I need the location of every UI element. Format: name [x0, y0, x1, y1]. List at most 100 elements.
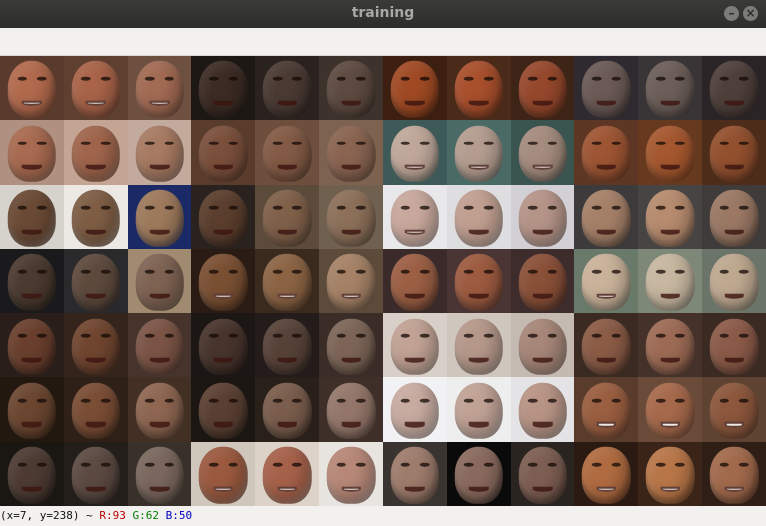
face-tile	[574, 441, 639, 506]
face-image	[645, 125, 695, 182]
title-bar[interactable]: training – ×	[0, 0, 766, 28]
mouth	[341, 229, 361, 235]
right-eye	[355, 398, 366, 403]
left-eye	[17, 141, 28, 146]
face-tile	[191, 120, 256, 185]
mouth	[277, 293, 297, 299]
face-image	[582, 446, 631, 504]
right-eye	[100, 141, 111, 146]
mouth	[405, 165, 425, 171]
mouth	[213, 165, 234, 171]
face-tile	[0, 377, 64, 442]
right-eye	[547, 141, 558, 146]
face-tile	[702, 120, 766, 185]
face-image	[326, 125, 376, 182]
right-eye	[228, 76, 238, 81]
right-eye	[355, 205, 366, 210]
mouth	[213, 357, 234, 363]
right-eye	[675, 269, 685, 274]
left-eye	[272, 141, 283, 146]
face-tile	[702, 248, 766, 314]
minimize-button[interactable]: –	[724, 6, 739, 21]
mouth	[213, 293, 234, 299]
mouth	[532, 357, 553, 363]
face-image	[645, 253, 695, 311]
face-image	[262, 318, 312, 375]
face-tile	[255, 377, 320, 442]
mouth	[277, 229, 297, 235]
face-tile	[255, 120, 320, 185]
image-canvas[interactable]	[0, 56, 766, 506]
face-image	[518, 61, 567, 118]
left-eye	[208, 269, 219, 274]
face-image	[7, 61, 57, 118]
face-tile	[574, 56, 639, 121]
close-button[interactable]: ×	[743, 6, 758, 21]
mouth	[660, 229, 680, 235]
face-tile	[702, 313, 766, 378]
face-image	[326, 446, 376, 504]
face-tile	[319, 313, 383, 378]
left-eye	[655, 398, 666, 403]
mouth	[405, 100, 425, 106]
cursor-coordinates: (x=7, y=238) ~	[0, 509, 93, 522]
left-eye	[336, 398, 347, 403]
mouth	[405, 357, 425, 363]
face-tile	[510, 248, 575, 314]
left-eye	[208, 76, 219, 81]
mouth	[660, 293, 680, 299]
face-tile	[127, 184, 192, 249]
face-tile	[0, 184, 64, 249]
left-eye	[464, 269, 474, 274]
face-image	[199, 318, 248, 375]
face-tile	[255, 313, 320, 378]
right-eye	[675, 462, 685, 467]
face-image	[199, 253, 248, 311]
face-image	[135, 253, 184, 311]
left-eye	[655, 462, 666, 467]
mouth	[213, 422, 234, 428]
left-eye	[655, 334, 666, 339]
face-image	[71, 125, 120, 182]
face-tile	[255, 248, 320, 314]
mouth	[341, 100, 361, 106]
left-eye	[591, 205, 602, 210]
right-eye	[611, 334, 621, 339]
face-tile	[319, 377, 383, 442]
left-eye	[208, 205, 219, 210]
face-tile	[319, 56, 383, 121]
face-tile	[510, 184, 575, 249]
face-image	[135, 446, 184, 504]
face-image	[709, 446, 759, 504]
right-eye	[100, 76, 111, 81]
mouth	[596, 486, 617, 492]
mouth	[149, 100, 170, 106]
face-tile	[510, 120, 575, 185]
mouth	[341, 422, 361, 428]
face-tile	[638, 120, 703, 185]
mouth	[724, 229, 744, 235]
face-tile	[63, 441, 128, 506]
right-eye	[228, 462, 238, 467]
face-tile	[574, 313, 639, 378]
left-eye	[81, 269, 91, 274]
left-eye	[272, 205, 283, 210]
left-eye	[145, 141, 155, 146]
face-image	[7, 189, 57, 247]
left-eye	[272, 398, 283, 403]
mouth	[405, 486, 425, 492]
left-eye	[17, 334, 28, 339]
face-image	[518, 125, 567, 182]
mouth	[596, 293, 617, 299]
app-window: training – × (x=7, y=238) ~ R:93 G:62 B:…	[0, 0, 766, 526]
right-eye	[738, 334, 749, 339]
left-eye	[464, 76, 474, 81]
right-eye	[738, 205, 749, 210]
mouth	[469, 229, 489, 235]
face-image	[390, 253, 440, 311]
face-tile	[382, 184, 447, 249]
face-image	[199, 125, 248, 182]
mouth	[22, 486, 42, 492]
face-image	[582, 61, 631, 118]
right-eye	[100, 269, 111, 274]
